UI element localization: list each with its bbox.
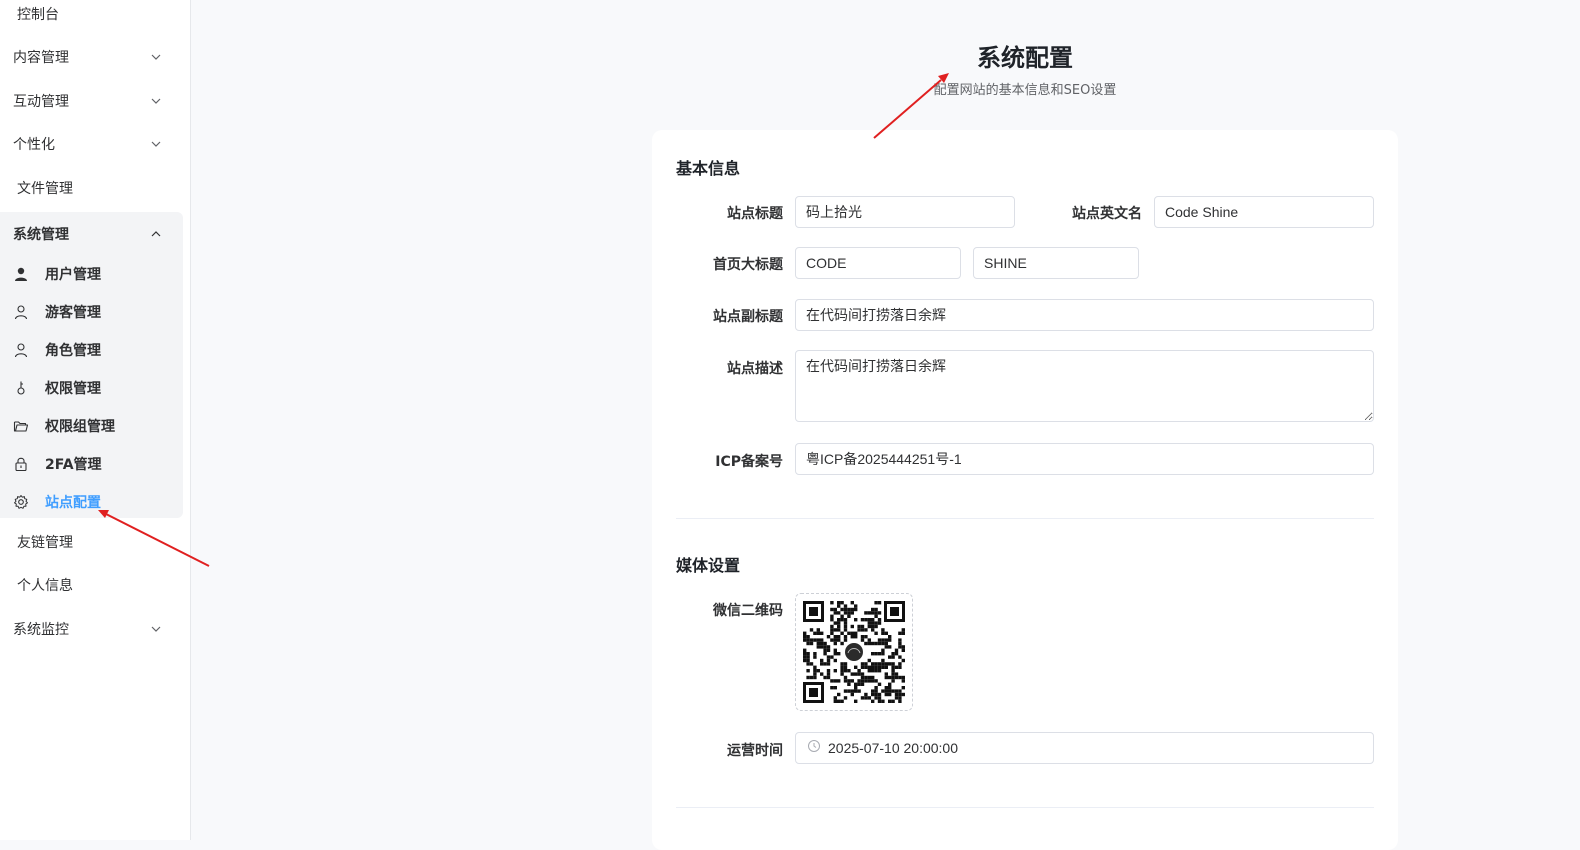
sidebar-item-2fa[interactable]: 2FA管理 <box>0 446 183 482</box>
sidebar-item-files[interactable]: 文件管理 <box>0 166 183 210</box>
operation-time-picker[interactable] <box>795 732 1374 764</box>
sidebar-item-label: 个人信息 <box>17 578 73 594</box>
sidebar-item-visitors[interactable]: 游客管理 <box>0 294 183 330</box>
site-subtitle-label: 站点副标题 <box>713 309 783 325</box>
operation-time-label: 运营时间 <box>727 743 783 759</box>
sidebar-item-monitor[interactable]: 系统监控 <box>0 607 183 651</box>
sidebar: 控制台 内容管理 互动管理 个性化 文件管理 系统管理 用户管理 游客管理 角色… <box>0 0 191 840</box>
sidebar-item-label: 友链管理 <box>17 535 73 551</box>
page-subtitle: 配置网站的基本信息和SEO设置 <box>933 83 1117 98</box>
section-divider <box>676 807 1374 808</box>
sidebar-item-label: 权限组管理 <box>45 419 115 435</box>
sidebar-item-label: 个性化 <box>13 137 55 153</box>
section-title-media: 媒体设置 <box>676 556 741 575</box>
sidebar-item-label: 用户管理 <box>45 267 101 283</box>
sidebar-item-label: 权限管理 <box>45 381 101 397</box>
icp-input[interactable] <box>795 443 1374 475</box>
sidebar-item-personalize[interactable]: 个性化 <box>0 122 183 166</box>
sidebar-item-dashboard[interactable]: 控制台 <box>0 0 183 36</box>
sidebar-item-roles[interactable]: 角色管理 <box>0 332 183 368</box>
config-form-card: 基本信息 站点标题 站点英文名 首页大标题 站点副标题 站点描述 在代码间打捞落… <box>652 130 1398 850</box>
user-filled-icon <box>15 267 27 281</box>
key-icon <box>17 381 25 395</box>
chevron-down-icon <box>151 141 161 147</box>
sidebar-item-label: 系统监控 <box>13 622 69 638</box>
wechat-qr-uploader[interactable] <box>795 593 913 711</box>
sidebar-item-site-config[interactable]: 站点配置 <box>0 484 183 520</box>
user-icon <box>14 305 28 320</box>
sidebar-item-label: 游客管理 <box>45 305 101 321</box>
sidebar-item-label: 控制台 <box>17 7 59 23</box>
home-title-first-input[interactable] <box>795 247 961 279</box>
sidebar-group-system: 系统管理 用户管理 游客管理 角色管理 权限管理 权限组管理 2FA管理 站点配… <box>0 212 183 518</box>
chevron-down-icon <box>151 98 161 104</box>
qr-code-image <box>803 601 905 703</box>
sidebar-item-links[interactable]: 友链管理 <box>0 520 183 564</box>
site-en-name-input[interactable] <box>1154 196 1374 228</box>
sidebar-item-content[interactable]: 内容管理 <box>0 35 183 79</box>
chevron-down-icon <box>151 626 161 632</box>
home-title-second-input[interactable] <box>973 247 1139 279</box>
clock-icon <box>808 740 820 752</box>
site-subtitle-input[interactable] <box>795 299 1374 331</box>
wechat-qr-label: 微信二维码 <box>713 603 783 619</box>
sidebar-item-permission-groups[interactable]: 权限组管理 <box>0 408 183 444</box>
site-title-label: 站点标题 <box>727 206 783 222</box>
sidebar-item-users[interactable]: 用户管理 <box>0 256 183 292</box>
site-description-textarea[interactable]: 在代码间打捞落日余辉 <box>795 350 1374 422</box>
page-title: 系统配置 <box>977 44 1073 72</box>
sidebar-item-label: 内容管理 <box>13 50 69 66</box>
section-title-basic: 基本信息 <box>676 159 741 178</box>
chevron-up-icon <box>151 231 161 237</box>
sidebar-item-permissions[interactable]: 权限管理 <box>0 370 183 406</box>
chevron-down-icon <box>151 54 161 60</box>
sidebar-item-label: 文件管理 <box>17 181 73 197</box>
icp-label: ICP备案号 <box>715 454 783 470</box>
sidebar-item-label: 2FA管理 <box>45 457 102 473</box>
sidebar-item-system[interactable]: 系统管理 <box>0 212 183 256</box>
site-description-label: 站点描述 <box>727 361 783 377</box>
sidebar-item-label: 站点配置 <box>45 495 101 511</box>
sidebar-item-label: 系统管理 <box>13 227 69 243</box>
sidebar-item-profile[interactable]: 个人信息 <box>0 563 183 607</box>
site-title-input[interactable] <box>795 196 1015 228</box>
section-divider <box>676 518 1374 519</box>
sidebar-item-interaction[interactable]: 互动管理 <box>0 79 183 123</box>
sidebar-item-label: 互动管理 <box>13 94 69 110</box>
folder-icon <box>13 421 29 432</box>
sidebar-item-label: 角色管理 <box>45 343 101 359</box>
user-icon <box>14 343 28 358</box>
site-en-name-label: 站点英文名 <box>1072 206 1142 222</box>
lock-icon <box>15 457 27 472</box>
home-title-label: 首页大标题 <box>713 257 783 273</box>
gear-icon <box>14 495 28 509</box>
